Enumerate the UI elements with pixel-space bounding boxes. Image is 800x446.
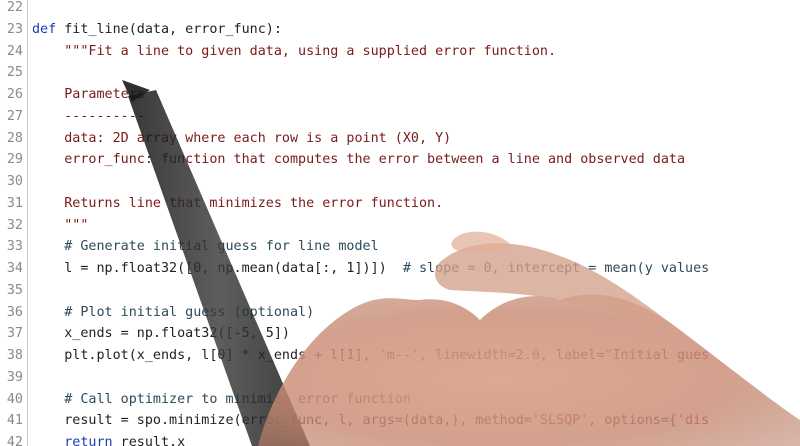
code-text: """ bbox=[32, 215, 88, 237]
code-text: data: 2D array where each row is a point… bbox=[32, 128, 451, 150]
line-number: 29 bbox=[6, 152, 23, 168]
line-number: 24 bbox=[6, 43, 23, 59]
code-line[interactable]: 29 error_func: function that computes th… bbox=[0, 149, 709, 171]
code-line[interactable]: 31 Returns line that minimizes the error… bbox=[0, 193, 709, 215]
code-token: x_ends = np.float32([-5, 5]) bbox=[32, 326, 290, 342]
code-line[interactable]: 26 Parameters bbox=[0, 84, 709, 106]
code-line[interactable]: 38 plt.plot(x_ends, l[0] * x_ends + l[1]… bbox=[0, 345, 709, 367]
code-text: """Fit a line to given data, using a sup… bbox=[32, 41, 556, 63]
code-text: Parameters bbox=[32, 84, 145, 106]
code-line[interactable]: 30 bbox=[0, 171, 709, 193]
code-text: l = np.float32([0, np.mean(data[:, 1])])… bbox=[32, 258, 709, 280]
line-number: 42 bbox=[6, 435, 23, 446]
code-line[interactable]: 24 """Fit a line to given data, using a … bbox=[0, 41, 709, 63]
code-token: Parameters bbox=[32, 87, 145, 102]
code-text: # Generate initial guess for line model bbox=[32, 236, 379, 258]
code-line[interactable]: 42 return result.x bbox=[0, 432, 709, 446]
line-number: 26 bbox=[6, 87, 23, 102]
code-token: """Fit a line to given data, using a sup… bbox=[32, 43, 557, 59]
line-number: 27 bbox=[6, 108, 23, 124]
code-token: """ bbox=[32, 217, 89, 233]
code-token: 'dis bbox=[676, 413, 710, 429]
code-text: Returns line that minimizes the error fu… bbox=[32, 193, 443, 215]
code-token: # Plot initial guess (optional) bbox=[32, 304, 315, 320]
code-token: 'SLSQP' bbox=[531, 413, 589, 429]
code-token: ---------- bbox=[32, 108, 145, 124]
line-number: 28 bbox=[6, 130, 23, 146]
code-line[interactable]: 34 l = np.float32([0, np.mean(data[:, 1]… bbox=[0, 258, 709, 280]
line-number: 32 bbox=[6, 217, 23, 233]
code-line[interactable]: 23 def fit_line(data, error_func): bbox=[0, 19, 709, 41]
code-area[interactable]: 22 23 def fit_line(data, error_func): 24 ""… bbox=[0, 0, 709, 446]
code-line[interactable]: 27 ---------- bbox=[0, 106, 709, 128]
line-number: 22 bbox=[6, 0, 23, 15]
code-token: return bbox=[64, 435, 113, 446]
code-token: 'm--' bbox=[378, 348, 419, 363]
code-token: Returns line that minimizes the error fu… bbox=[32, 195, 444, 211]
line-number: 40 bbox=[6, 391, 23, 407]
code-token: "Initial gues bbox=[604, 348, 710, 363]
code-line[interactable]: 36 # Plot initial guess (optional) bbox=[0, 302, 709, 324]
line-number: 31 bbox=[6, 195, 23, 211]
line-number: 25 bbox=[6, 65, 23, 81]
line-number: 36 bbox=[6, 304, 23, 320]
line-number: 39 bbox=[6, 369, 23, 385]
code-token: data: 2D array where each row is a point… bbox=[32, 130, 452, 146]
code-text: return result.x bbox=[32, 432, 185, 446]
code-line[interactable]: 32 """ bbox=[0, 215, 709, 237]
code-line[interactable]: 33 # Generate initial guess for line mod… bbox=[0, 236, 709, 258]
code-line[interactable]: 35 bbox=[0, 280, 709, 302]
line-number: 37 bbox=[6, 326, 23, 342]
code-text: plt.plot(x_ends, l[0] * x_ends + l[1], '… bbox=[32, 345, 709, 367]
code-token: error_func: function that computes the e… bbox=[32, 152, 686, 168]
code-text: # Call optimizer to minimize error funct… bbox=[32, 389, 411, 411]
code-text: x_ends = np.float32([-5, 5]) bbox=[32, 323, 290, 345]
code-token: , options={ bbox=[588, 413, 677, 429]
code-token: l = np.float32([0, np.mean(data[:, 1])]) bbox=[32, 261, 403, 276]
line-number: 41 bbox=[6, 413, 23, 429]
code-line[interactable]: 28 data: 2D array where each row is a po… bbox=[0, 128, 709, 150]
code-token: # Call optimizer to minimize error funct… bbox=[32, 391, 411, 407]
code-line[interactable]: 37 x_ends = np.float32([-5, 5]) bbox=[0, 323, 709, 345]
code-line[interactable]: 39 bbox=[0, 367, 709, 389]
line-number: 33 bbox=[6, 239, 23, 255]
code-token: result = spo.minimize(error_func, l, arg… bbox=[32, 413, 532, 429]
line-number: 23 bbox=[6, 21, 23, 37]
code-token: , linewidth=2.0, label= bbox=[418, 348, 605, 363]
code-token: def bbox=[32, 21, 57, 37]
code-token: # Generate initial guess for line model bbox=[32, 239, 379, 255]
code-line[interactable]: 41 result = spo.minimize(error_func, l, … bbox=[0, 410, 709, 432]
code-text: result = spo.minimize(error_func, l, arg… bbox=[32, 410, 709, 432]
code-line[interactable]: 22 bbox=[0, 0, 709, 19]
code-token: result.x bbox=[112, 435, 186, 446]
line-number: 34 bbox=[6, 261, 23, 276]
line-number: 30 bbox=[6, 174, 23, 189]
code-text: error_func: function that computes the e… bbox=[32, 149, 685, 171]
code-text: def fit_line(data, error_func): bbox=[32, 19, 282, 41]
code-token: plt.plot(x_ends, l[0] * x_ends + l[1], bbox=[32, 348, 379, 363]
code-token: # slope = 0, intercept = mean(y values bbox=[402, 261, 710, 276]
code-text: # Plot initial guess (optional) bbox=[32, 302, 314, 324]
code-text: ---------- bbox=[32, 106, 145, 128]
code-editor[interactable]: 22 23 def fit_line(data, error_func): 24 ""… bbox=[0, 0, 800, 446]
line-number: 38 bbox=[6, 348, 23, 363]
code-line[interactable]: 25 bbox=[0, 62, 709, 84]
line-number: 35 bbox=[6, 282, 23, 298]
code-token: fit_line(data, error_func): bbox=[56, 21, 282, 37]
code-line[interactable]: 40 # Call optimizer to minimize error fu… bbox=[0, 389, 709, 411]
